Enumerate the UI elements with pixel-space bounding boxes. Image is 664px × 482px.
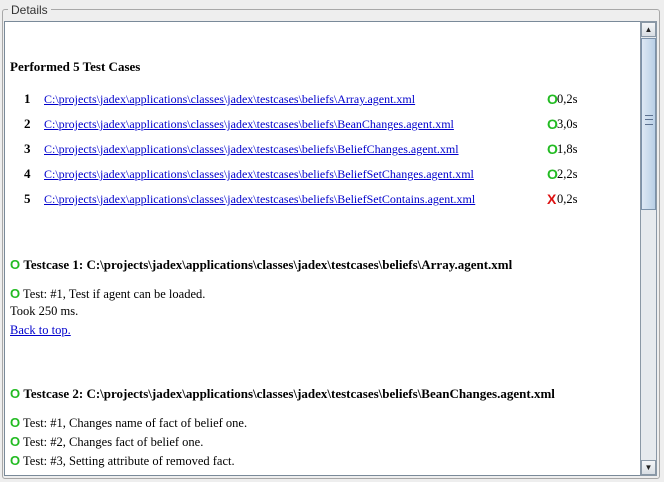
testcase-number: 5 <box>24 191 31 206</box>
testcase-summary-row: 5 C:\projects\jadex\applications\classes… <box>5 190 640 208</box>
testcase-link[interactable]: C:\projects\jadex\applications\classes\j… <box>44 115 454 133</box>
testcase-duration: 0,2s <box>557 92 578 106</box>
testcase-summary-row: 1 C:\projects\jadex\applications\classes… <box>5 90 640 108</box>
pass-icon: O <box>10 257 21 272</box>
report-viewport[interactable]: Performed 5 Test Cases 1 C:\projects\jad… <box>4 21 640 476</box>
test-result-line: O Test: #3, Setting attribute of removed… <box>10 453 235 469</box>
pass-icon: O <box>10 434 21 449</box>
testcase-duration: 3,0s <box>557 117 578 131</box>
summary-title: Performed 5 Test Cases <box>10 59 141 74</box>
vertical-scrollbar[interactable]: ▲ ▼ <box>640 21 657 476</box>
testcase-number: 3 <box>24 141 31 156</box>
grip-icon <box>645 115 653 125</box>
test-result-text: Test: #3, Setting attribute of removed f… <box>23 454 235 468</box>
testcase-link[interactable]: C:\projects\jadex\applications\classes\j… <box>44 140 459 158</box>
arrow-up-icon: ▲ <box>644 25 653 34</box>
pass-icon: O <box>10 286 21 301</box>
testcase-link[interactable]: C:\projects\jadex\applications\classes\j… <box>44 190 475 208</box>
testcase-section-heading: O Testcase 2: C:\projects\jadex\applicat… <box>10 386 555 402</box>
testcase-section-heading: O Testcase 1: C:\projects\jadex\applicat… <box>10 257 512 273</box>
testcase-duration: 0,2s <box>557 192 578 206</box>
testcase-duration: 2,2s <box>557 167 578 181</box>
testcase-heading: Testcase 1: C:\projects\jadex\applicatio… <box>23 257 513 272</box>
testcase-duration: 1,8s <box>557 142 578 156</box>
test-result-text: Test: #1, Test if agent can be loaded. <box>23 287 206 301</box>
testcase-number: 2 <box>24 116 31 131</box>
took-time: Took 250 ms. <box>10 304 79 318</box>
panel-title: Details <box>8 3 51 17</box>
testcase-number: 4 <box>24 166 31 181</box>
test-result-line: O Test: #1, Test if agent can be loaded. <box>10 286 205 302</box>
pass-icon: O <box>10 386 21 401</box>
test-result-text: Test: #1, Changes name of fact of belief… <box>23 416 248 430</box>
testcase-summary-row: 3 C:\projects\jadex\applications\classes… <box>5 140 640 158</box>
testcase-link[interactable]: C:\projects\jadex\applications\classes\j… <box>44 165 474 183</box>
pass-icon: O <box>10 415 21 430</box>
back-to-top-link[interactable]: Back to top. <box>10 323 71 338</box>
testcase-summary-row: 4 C:\projects\jadex\applications\classes… <box>5 165 640 183</box>
arrow-down-icon: ▼ <box>644 463 653 472</box>
testcase-summary-row: 2 C:\projects\jadex\applications\classes… <box>5 115 640 133</box>
test-result-line: O Test: #2, Changes fact of belief one. <box>10 434 203 450</box>
scroll-thumb[interactable] <box>641 38 656 210</box>
fail-icon: X <box>547 191 557 207</box>
scroll-up-button[interactable]: ▲ <box>641 22 656 37</box>
testcase-heading: Testcase 2: C:\projects\jadex\applicatio… <box>23 386 555 401</box>
testcase-link[interactable]: C:\projects\jadex\applications\classes\j… <box>44 90 415 108</box>
scroll-down-button[interactable]: ▼ <box>641 460 656 475</box>
test-result-line: O Test: #1, Changes name of fact of beli… <box>10 415 247 431</box>
test-result-text: Test: #2, Changes fact of belief one. <box>23 435 204 449</box>
pass-icon: O <box>10 453 21 468</box>
testcase-number: 1 <box>24 91 31 106</box>
